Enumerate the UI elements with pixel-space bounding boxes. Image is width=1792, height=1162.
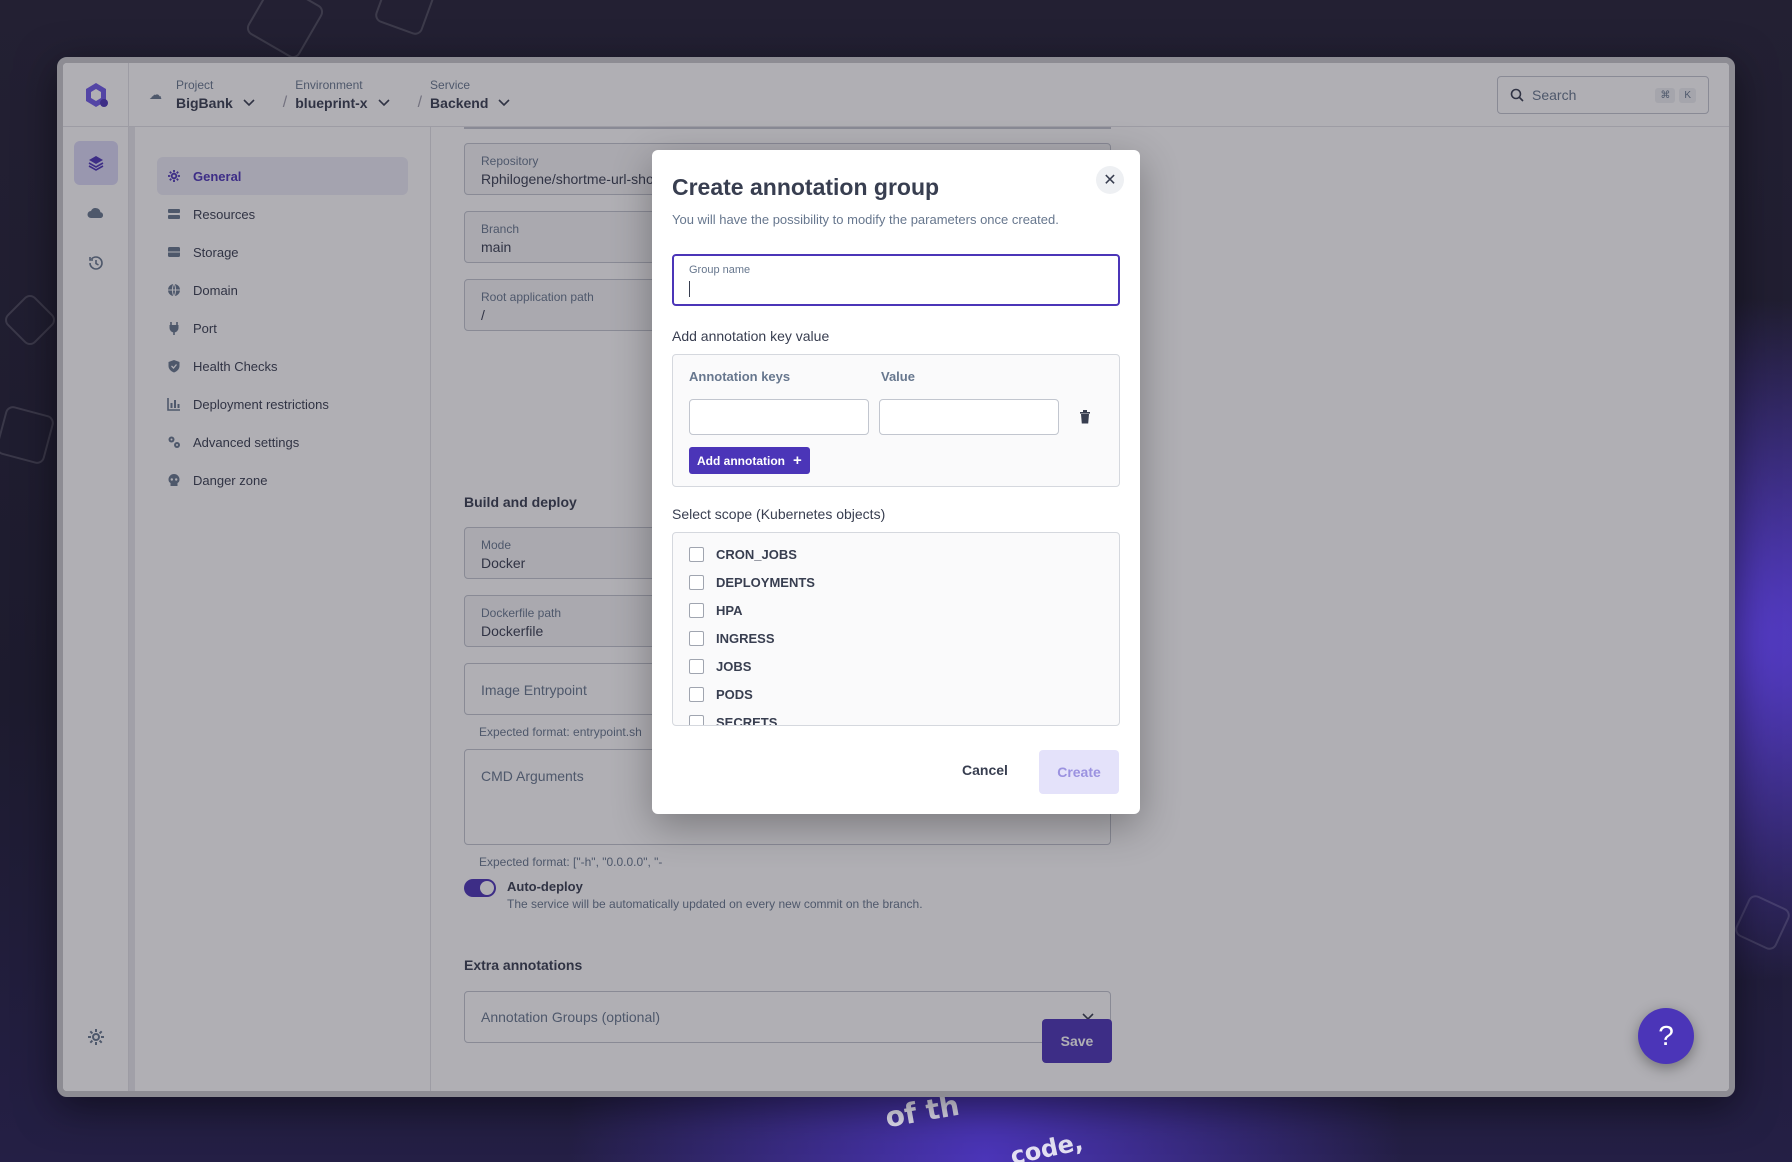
avatar[interactable]: [75, 1093, 115, 1097]
cancel-button[interactable]: Cancel: [962, 762, 1008, 778]
col-annotation-keys: Annotation keys: [689, 369, 791, 384]
annotation-key-input[interactable]: [689, 399, 869, 435]
checkbox[interactable]: [689, 659, 704, 674]
add-annotation-button[interactable]: Add annotation +: [689, 447, 810, 474]
scope-option[interactable]: JOBS: [689, 659, 751, 674]
col-value: Value: [881, 369, 915, 384]
annotation-value-input[interactable]: [879, 399, 1059, 435]
kv-section-label: Add annotation key value: [672, 328, 830, 344]
checkbox[interactable]: [689, 631, 704, 646]
scope-option[interactable]: HPA: [689, 603, 742, 618]
text-caret: [689, 281, 690, 297]
group-name-input[interactable]: Group name: [672, 254, 1120, 306]
scope-section-label: Select scope (Kubernetes objects): [672, 506, 886, 522]
help-button[interactable]: ?: [1638, 1008, 1694, 1064]
annotation-kv-box: Annotation keys Value Add annotation +: [672, 354, 1120, 487]
scope-option[interactable]: SECRETS: [689, 715, 777, 725]
close-button[interactable]: ✕: [1096, 166, 1124, 194]
scope-option[interactable]: PODS: [689, 687, 753, 702]
create-annotation-group-dialog: Create annotation group You will have th…: [652, 150, 1140, 814]
checkbox[interactable]: [689, 603, 704, 618]
scope-option[interactable]: INGRESS: [689, 631, 775, 646]
close-icon: ✕: [1103, 172, 1117, 189]
checkbox[interactable]: [689, 687, 704, 702]
checkbox[interactable]: [689, 547, 704, 562]
checkbox[interactable]: [689, 575, 704, 590]
dialog-subtitle: You will have the possibility to modify …: [672, 212, 1059, 227]
create-button[interactable]: Create: [1039, 750, 1119, 794]
scope-option[interactable]: DEPLOYMENTS: [689, 575, 815, 590]
plus-icon: +: [792, 452, 802, 469]
scope-option[interactable]: CRON_JOBS: [689, 547, 797, 562]
checkbox[interactable]: [689, 715, 704, 725]
scope-list[interactable]: CRON_JOBS DEPLOYMENTS HPA INGRESS JOBS P…: [672, 532, 1120, 726]
trash-icon[interactable]: [1079, 410, 1091, 424]
dialog-title: Create annotation group: [672, 174, 940, 200]
